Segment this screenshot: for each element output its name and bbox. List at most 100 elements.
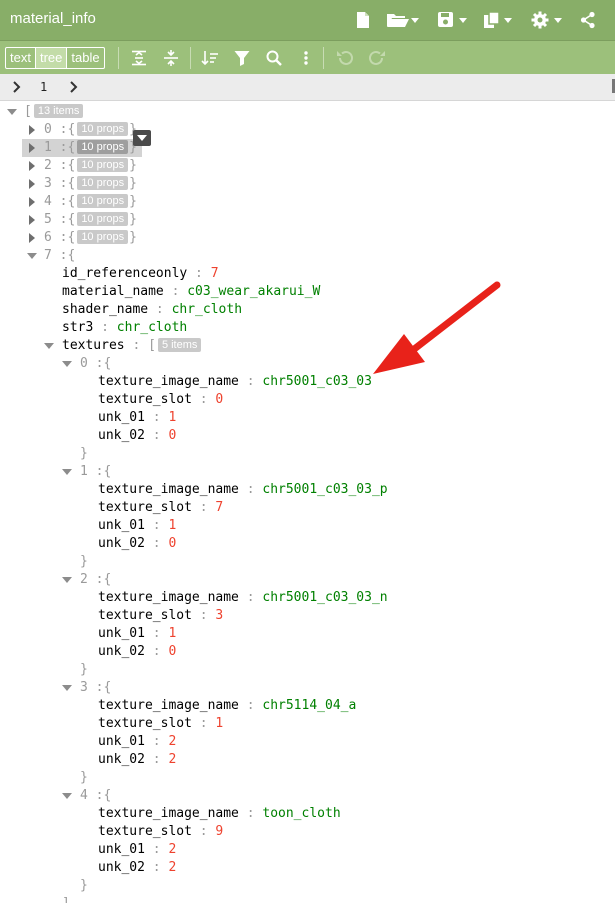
field-value[interactable]: 2 xyxy=(168,842,176,857)
filter-icon[interactable] xyxy=(230,47,254,69)
field-key[interactable]: unk_01 xyxy=(98,410,145,425)
field-value[interactable]: 2 xyxy=(168,752,176,767)
field-key[interactable]: unk_02 xyxy=(98,860,145,875)
field-value[interactable]: 2 xyxy=(168,734,176,749)
context-menu-button[interactable] xyxy=(133,130,151,146)
expand-toggle-icon[interactable] xyxy=(27,139,37,157)
search-icon[interactable] xyxy=(262,47,286,69)
textures-node[interactable]: textures : [5 items xyxy=(62,337,202,355)
item-count-badge[interactable]: 13 items xyxy=(33,104,84,118)
mode-table-button[interactable]: table xyxy=(67,48,103,68)
field-key[interactable]: texture_image_name xyxy=(98,806,239,821)
field-entry[interactable]: unk_02 : 0 xyxy=(98,643,176,661)
expand-toggle-icon[interactable] xyxy=(62,571,72,589)
expand-all-icon[interactable] xyxy=(127,47,151,69)
field-value[interactable]: 0 xyxy=(168,428,176,443)
nav-path-index[interactable]: 1 xyxy=(40,80,47,94)
field-key[interactable]: material_name xyxy=(62,284,164,299)
nav-chevron-right-icon[interactable] xyxy=(9,79,25,95)
field-value[interactable]: chr5001_c03_03 xyxy=(262,374,372,389)
field-value[interactable]: chr5114_04_a xyxy=(262,698,356,713)
expand-toggle-icon[interactable] xyxy=(27,211,37,229)
field-key[interactable]: texture_slot xyxy=(98,608,192,623)
field-key[interactable]: texture_slot xyxy=(98,716,192,731)
field-entry[interactable]: texture_image_name : toon_cloth xyxy=(98,805,341,823)
expand-toggle-icon[interactable] xyxy=(62,463,72,481)
field-entry[interactable]: material_name : c03_wear_akarui_W xyxy=(62,283,320,301)
field-entry[interactable]: texture_slot : 1 xyxy=(98,715,223,733)
texture-node[interactable]: 4 :{ xyxy=(80,787,111,805)
field-value[interactable]: 7 xyxy=(211,266,219,281)
expand-toggle-icon[interactable] xyxy=(62,679,72,697)
expand-toggle-icon[interactable] xyxy=(27,121,37,139)
expand-toggle-icon[interactable] xyxy=(44,337,54,355)
collapsed-node[interactable]: 0 :{10 props} xyxy=(44,121,137,139)
props-count-badge[interactable]: 10 props xyxy=(77,230,129,244)
field-entry[interactable]: unk_01 : 2 xyxy=(98,733,176,751)
collapsed-node[interactable]: 6 :{10 props} xyxy=(44,229,137,247)
field-entry[interactable]: unk_01 : 1 xyxy=(98,625,176,643)
settings-gear-icon[interactable] xyxy=(531,8,565,32)
field-value[interactable]: 0 xyxy=(168,536,176,551)
field-entry[interactable]: texture_image_name : chr5001_c03_03_p xyxy=(98,481,388,499)
field-value[interactable]: 1 xyxy=(168,410,176,425)
field-entry[interactable]: unk_02 : 2 xyxy=(98,751,176,769)
props-count-badge[interactable]: 10 props xyxy=(77,176,129,190)
nav-chevron-right-icon[interactable] xyxy=(66,79,82,95)
field-value[interactable]: 1 xyxy=(215,716,223,731)
new-document-icon[interactable] xyxy=(356,8,370,32)
field-value[interactable]: c03_wear_akarui_W xyxy=(187,284,320,299)
expand-toggle-icon[interactable] xyxy=(7,103,17,121)
expand-toggle-icon[interactable] xyxy=(27,193,37,211)
field-value[interactable]: chr5001_c03_03_n xyxy=(262,590,387,605)
field-entry[interactable]: texture_image_name : chr5001_c03_03_n xyxy=(98,589,388,607)
expand-toggle-icon[interactable] xyxy=(27,229,37,247)
mode-tree-button[interactable]: tree xyxy=(35,48,68,68)
field-value[interactable]: 2 xyxy=(168,860,176,875)
field-key[interactable]: texture_image_name xyxy=(98,482,239,497)
field-value[interactable]: chr5001_c03_03_p xyxy=(262,482,387,497)
field-entry[interactable]: unk_02 : 0 xyxy=(98,427,176,445)
save-icon[interactable] xyxy=(437,8,469,32)
field-entry[interactable]: unk_01 : 2 xyxy=(98,841,176,859)
field-key[interactable]: unk_02 xyxy=(98,752,145,767)
field-key[interactable]: id_referenceonly xyxy=(62,266,187,281)
collapsed-node[interactable]: 1 :{10 props} xyxy=(44,139,137,157)
copy-icon[interactable] xyxy=(483,8,515,32)
props-count-badge[interactable]: 10 props xyxy=(77,194,129,208)
field-key[interactable]: unk_01 xyxy=(98,518,145,533)
props-count-badge[interactable]: 10 props xyxy=(77,140,129,154)
field-key[interactable]: shader_name xyxy=(62,302,148,317)
field-entry[interactable]: unk_01 : 1 xyxy=(98,409,176,427)
texture-node[interactable]: 3 :{ xyxy=(80,679,111,697)
texture-node[interactable]: 0 :{ xyxy=(80,355,111,373)
field-value[interactable]: 7 xyxy=(215,500,223,515)
mode-text-button[interactable]: text xyxy=(6,48,36,68)
field-key[interactable]: texture_image_name xyxy=(98,698,239,713)
expand-toggle-icon[interactable] xyxy=(62,355,72,373)
field-key[interactable]: str3 xyxy=(62,320,93,335)
field-entry[interactable]: texture_slot : 0 xyxy=(98,391,223,409)
field-entry[interactable]: unk_02 : 2 xyxy=(98,859,176,877)
field-key[interactable]: unk_01 xyxy=(98,626,145,641)
field-entry[interactable]: texture_slot : 3 xyxy=(98,607,223,625)
collapse-all-icon[interactable] xyxy=(159,47,183,69)
collapsed-node[interactable]: 5 :{10 props} xyxy=(44,211,137,229)
field-value[interactable]: 3 xyxy=(215,608,223,623)
field-key[interactable]: unk_01 xyxy=(98,842,145,857)
field-key[interactable]: unk_02 xyxy=(98,644,145,659)
collapsed-node[interactable]: 4 :{10 props} xyxy=(44,193,137,211)
field-value[interactable]: chr_cloth xyxy=(117,320,187,335)
field-key[interactable]: textures xyxy=(62,338,125,353)
expand-toggle-icon[interactable] xyxy=(27,157,37,175)
field-value[interactable]: chr_cloth xyxy=(172,302,242,317)
field-entry[interactable]: texture_image_name : chr5001_c03_03 xyxy=(98,373,372,391)
field-key[interactable]: texture_slot xyxy=(98,824,192,839)
field-entry[interactable]: id_referenceonly : 7 xyxy=(62,265,219,283)
field-entry[interactable]: shader_name : chr_cloth xyxy=(62,301,242,319)
field-key[interactable]: unk_02 xyxy=(98,428,145,443)
texture-node[interactable]: 2 :{ xyxy=(80,571,111,589)
field-value[interactable]: 9 xyxy=(215,824,223,839)
field-entry[interactable]: unk_01 : 1 xyxy=(98,517,176,535)
expanded-node[interactable]: 7 :{ xyxy=(44,247,75,265)
